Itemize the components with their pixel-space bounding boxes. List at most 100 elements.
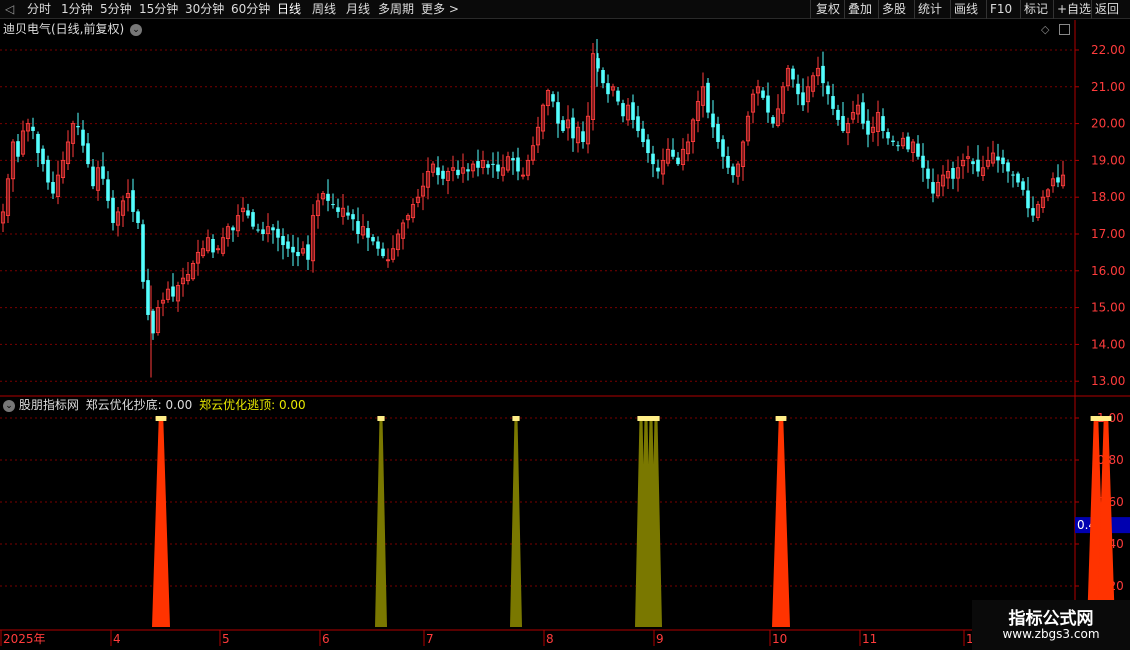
candle-body-down: [771, 117, 775, 124]
candle-body-down: [251, 212, 255, 227]
candle-body-down: [81, 129, 85, 146]
statistics-button[interactable]: 统计: [918, 2, 942, 17]
stock-title: 迪贝电气(日线,前复权): [3, 22, 125, 36]
candle-body-down: [996, 156, 1000, 161]
period-tab-intraday[interactable]: 分时: [27, 2, 51, 17]
period-tab-weekly[interactable]: 周线: [312, 2, 336, 17]
draw-line-button[interactable]: 画线: [954, 2, 978, 17]
candle-body-down: [1016, 173, 1020, 183]
period-tab-more[interactable]: 更多 >: [421, 2, 459, 17]
f10-button[interactable]: F10: [990, 2, 1012, 17]
panel-toggle-icon[interactable]: [1059, 24, 1071, 35]
candle-body-down: [1001, 157, 1005, 165]
toolbar-divider: [986, 0, 987, 19]
toolbar-divider: [844, 0, 845, 19]
buy-signal-bar: [375, 418, 387, 627]
period-tab-30min[interactable]: 30分钟: [185, 2, 224, 17]
candle-body-down: [861, 102, 865, 124]
price-tick-label: 20.00: [1091, 117, 1125, 131]
sell-signal-bar-marker: [1100, 416, 1112, 421]
candle-body-down: [976, 159, 980, 172]
toolbar-divider: [1053, 0, 1054, 19]
candle-body-down: [136, 211, 140, 223]
period-tab-daily[interactable]: 日线: [277, 2, 301, 17]
candle-body-down: [516, 157, 520, 172]
candle-body-down: [76, 126, 80, 128]
dropdown-icon[interactable]: ⌄: [130, 23, 143, 36]
adjust-button[interactable]: 复权: [816, 2, 840, 17]
candle-body-down: [616, 90, 620, 102]
candle-body-down: [641, 128, 645, 142]
candle-body-down: [791, 68, 795, 80]
buy-value: 0.00: [165, 398, 193, 412]
time-axis-label: 6: [322, 632, 330, 646]
candle-body-down: [331, 204, 335, 206]
candle-body-down: [441, 170, 445, 179]
diamond-icon[interactable]: ◇: [1041, 23, 1049, 36]
kline-chart[interactable]: 22.00 21.00 20.00 19.00 18.00 17.00 16.00 15.00…: [0, 20, 1130, 650]
candle-body-down: [271, 227, 275, 231]
candle-body-down: [821, 65, 825, 84]
candle-body-down: [366, 228, 370, 238]
candle-body-down: [881, 116, 885, 131]
candle-body-down: [706, 82, 710, 113]
sell-signal-bar-marker: [1090, 416, 1102, 421]
candle-body-down: [381, 248, 385, 257]
candle-body-down: [1006, 162, 1010, 172]
buy-label: 郑云优化抄底:: [85, 398, 162, 412]
candle-body-down: [676, 157, 680, 165]
candle-body-down: [656, 167, 660, 172]
candle-body-down: [46, 159, 50, 183]
candle-body-down: [491, 163, 495, 165]
indicator-source: 股朋指标网: [18, 398, 79, 412]
period-tab-monthly[interactable]: 月线: [346, 2, 370, 17]
overlay-button[interactable]: 叠加: [848, 2, 872, 17]
candle-body-down: [36, 133, 40, 154]
price-tick-label: 13.00: [1091, 374, 1125, 388]
time-axis-label: 8: [546, 632, 554, 646]
candle-body-down: [716, 123, 720, 142]
top-toolbar: ◁ 分时 1分钟 5分钟 15分钟 30分钟 60分钟 日线 周线 月线 多周期 更多 > 复权 叠加 多股…: [0, 0, 1130, 19]
period-tab-5min[interactable]: 5分钟: [100, 2, 132, 17]
period-tab-multi-period[interactable]: 多周期: [378, 2, 414, 17]
candle-body-down: [766, 95, 770, 113]
candle-body-down: [16, 141, 20, 157]
buy-signal-bar-marker: [512, 416, 520, 421]
time-axis-label: 4: [113, 632, 121, 646]
mark-button[interactable]: 标记: [1024, 2, 1048, 17]
candle-body-down: [111, 197, 115, 223]
candle-body-down: [296, 251, 300, 257]
back-button[interactable]: 返回: [1095, 2, 1119, 17]
candle-body-down: [721, 139, 725, 157]
watermark-url: www.zbgs3.com: [1002, 627, 1100, 641]
period-tab-60min[interactable]: 60分钟: [231, 2, 270, 17]
candle-body-down: [86, 143, 90, 165]
candle-body-down: [326, 193, 330, 201]
candle-body-down: [276, 228, 280, 238]
candle-body-down: [601, 70, 605, 84]
toolbar-divider: [810, 0, 811, 19]
multi-stock-button[interactable]: 多股: [882, 2, 906, 17]
candle-body-down: [711, 113, 715, 128]
indicator-tick-label: 0.80: [1097, 453, 1124, 467]
time-axis-label: 10: [772, 632, 787, 646]
candle-body-down: [231, 227, 235, 231]
add-watchlist-button[interactable]: +自选: [1057, 2, 1091, 17]
candle-body-down: [581, 131, 585, 142]
price-tick-label: 14.00: [1091, 337, 1125, 351]
candle-body-down: [256, 229, 260, 231]
period-tab-15min[interactable]: 15分钟: [139, 2, 178, 17]
candle-body-down: [761, 90, 765, 98]
candle-body-down: [211, 239, 215, 253]
back-arrow-icon[interactable]: ◁: [5, 2, 14, 17]
sell-value: 0.00: [278, 398, 306, 412]
candle-body-down: [886, 132, 890, 139]
watermark-logo: 指标公式网 www.zbgs3.com: [972, 600, 1130, 650]
toolbar-divider: [914, 0, 915, 19]
dropdown-icon[interactable]: ⌄: [3, 399, 15, 412]
time-axis-label: 7: [426, 632, 434, 646]
candle-body-down: [106, 179, 110, 201]
period-tab-1min[interactable]: 1分钟: [61, 2, 93, 17]
candle-body-down: [151, 310, 155, 334]
candle-body-down: [931, 182, 935, 194]
